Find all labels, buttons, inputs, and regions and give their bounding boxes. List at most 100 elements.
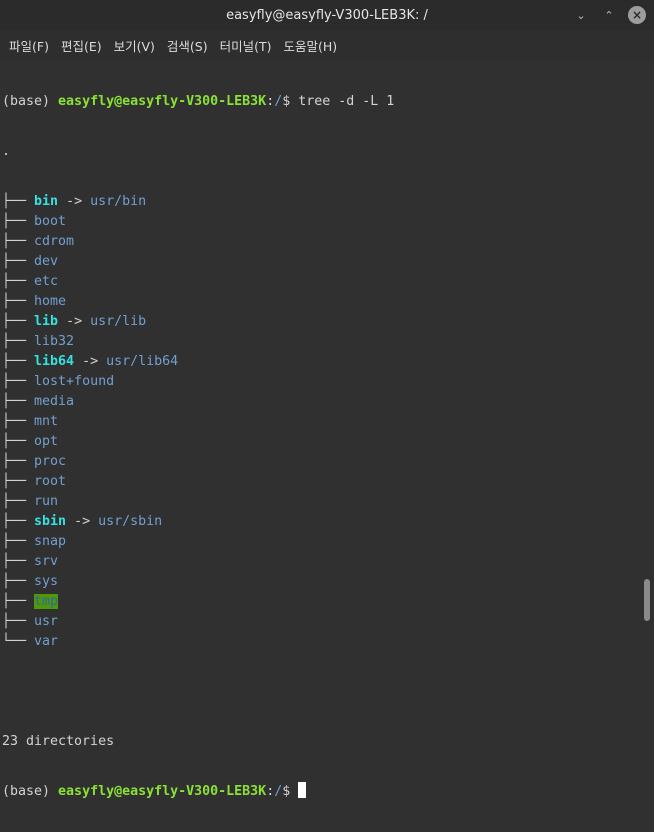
scrollbar[interactable] <box>642 62 652 623</box>
directory-name: sbin <box>34 514 67 529</box>
directory-name: lost+found <box>34 374 115 389</box>
directory-name: tmp <box>34 594 59 609</box>
directory-name: etc <box>34 274 59 289</box>
command-prompt-line: (base) easyfly@easyfly-V300-LEB3K:/$ tre… <box>2 92 640 112</box>
tree-entry: ├── boot <box>2 212 640 232</box>
tree-entry: ├── lost+found <box>2 372 640 392</box>
prompt-prefix: (base) <box>2 784 59 799</box>
symlink-target: usr/lib64 <box>106 354 179 369</box>
directory-name: lib32 <box>34 334 75 349</box>
text-cursor <box>298 782 307 798</box>
tree-branch: ├── <box>2 434 35 449</box>
tree-entry: ├── run <box>2 492 640 512</box>
tree-branch: ├── <box>2 414 35 429</box>
tree-entry: ├── lib32 <box>2 332 640 352</box>
symlink-target: usr/sbin <box>98 514 163 529</box>
prompt-colon: : <box>266 784 275 799</box>
directory-name: proc <box>34 454 67 469</box>
tree-entry: ├── etc <box>2 272 640 292</box>
directory-name: dev <box>34 254 59 269</box>
summary-text: 23 directories <box>2 734 115 749</box>
directory-name: usr <box>34 614 59 629</box>
tree-branch: ├── <box>2 334 35 349</box>
close-icon[interactable]: × <box>628 6 646 24</box>
tree-entry: ├── usr <box>2 612 640 632</box>
symlink-arrow: -> <box>58 314 91 329</box>
terminal-window: easyfly@easyfly-V300-LEB3K: / ⌄ ⌃ × 파일(F… <box>0 0 654 799</box>
tree-entry: └── var <box>2 632 640 652</box>
menu-file[interactable]: 파일(F) <box>4 36 54 55</box>
directory-name: cdrom <box>34 234 75 249</box>
directory-name: root <box>34 474 67 489</box>
menu-edit[interactable]: 편집(E) <box>56 36 107 55</box>
symlink-arrow: -> <box>74 354 107 369</box>
directory-name: srv <box>34 554 59 569</box>
tree-branch: ├── <box>2 234 35 249</box>
tree-branch: ├── <box>2 194 35 209</box>
scrollbar-thumb[interactable] <box>644 579 650 621</box>
tree-branch: ├── <box>2 594 35 609</box>
symlink-target: usr/bin <box>90 194 147 209</box>
tree-entry: ├── lib64 -> usr/lib64 <box>2 352 640 372</box>
prompt-cwd: / <box>274 784 283 799</box>
prompt-dollar: $ <box>282 784 299 799</box>
tree-entry: ├── mnt <box>2 412 640 432</box>
active-prompt-line[interactable]: (base) easyfly@easyfly-V300-LEB3K:/$ <box>2 782 640 802</box>
tree-entry: ├── opt <box>2 432 640 452</box>
tree-branch: └── <box>2 634 35 649</box>
tree-entry: ├── srv <box>2 552 640 572</box>
window-title: easyfly@easyfly-V300-LEB3K: / <box>226 7 428 23</box>
tree-entry: ├── sys <box>2 572 640 592</box>
tree-branch: ├── <box>2 454 35 469</box>
command-text: tree -d -L 1 <box>298 94 395 109</box>
tree-entry: ├── sbin -> usr/sbin <box>2 512 640 532</box>
tree-branch: ├── <box>2 354 35 369</box>
menu-view[interactable]: 보기(V) <box>109 36 160 55</box>
directory-name: mnt <box>34 414 59 429</box>
tree-branch: ├── <box>2 254 35 269</box>
tree-branch: ├── <box>2 494 35 509</box>
tree-branch: ├── <box>2 214 35 229</box>
maximize-icon[interactable]: ⌃ <box>600 6 618 24</box>
directory-name: media <box>34 394 75 409</box>
tree-branch: ├── <box>2 474 35 489</box>
tree-entry: ├── bin -> usr/bin <box>2 192 640 212</box>
tree-root-label: . <box>2 144 11 159</box>
directory-name: lib64 <box>34 354 75 369</box>
directory-name: run <box>34 494 59 509</box>
symlink-arrow: -> <box>66 514 99 529</box>
symlink-arrow: -> <box>58 194 91 209</box>
tree-branch: ├── <box>2 514 35 529</box>
menu-bar: 파일(F) 편집(E) 보기(V) 검색(S) 터미널(T) 도움말(H) <box>0 30 654 60</box>
prompt-colon: : <box>266 94 275 109</box>
tree-entry: ├── cdrom <box>2 232 640 252</box>
window-controls: ⌄ ⌃ × <box>572 0 646 30</box>
tree-branch: ├── <box>2 314 35 329</box>
symlink-target: usr/lib <box>90 314 147 329</box>
menu-search[interactable]: 검색(S) <box>162 36 213 55</box>
tree-entry: ├── proc <box>2 452 640 472</box>
tree-entry: ├── home <box>2 292 640 312</box>
menu-terminal[interactable]: 터미널(T) <box>215 36 277 55</box>
directory-name: sys <box>34 574 59 589</box>
tree-entry: ├── root <box>2 472 640 492</box>
tree-entry: ├── media <box>2 392 640 412</box>
tree-branch: ├── <box>2 554 35 569</box>
directory-name: lib <box>34 314 59 329</box>
directory-name: var <box>34 634 59 649</box>
tree-branch: ├── <box>2 294 35 309</box>
summary-line: 23 directories <box>2 732 640 752</box>
tree-branch: ├── <box>2 574 35 589</box>
tree-branch: ├── <box>2 394 35 409</box>
menu-help[interactable]: 도움말(H) <box>279 36 343 55</box>
title-bar[interactable]: easyfly@easyfly-V300-LEB3K: / ⌄ ⌃ × <box>0 0 654 30</box>
minimize-icon[interactable]: ⌄ <box>572 6 590 24</box>
tree-branch: ├── <box>2 534 35 549</box>
tree-root: . <box>2 142 640 162</box>
prompt-prefix: (base) <box>2 94 59 109</box>
tree-entries: ├── bin -> usr/bin ├── boot ├── cdrom ├── d… <box>2 192 640 652</box>
prompt-user-host: easyfly@easyfly-V300-LEB3K <box>58 94 267 109</box>
terminal-output[interactable]: (base) easyfly@easyfly-V300-LEB3K:/$ tre… <box>2 62 640 799</box>
directory-name: boot <box>34 214 67 229</box>
